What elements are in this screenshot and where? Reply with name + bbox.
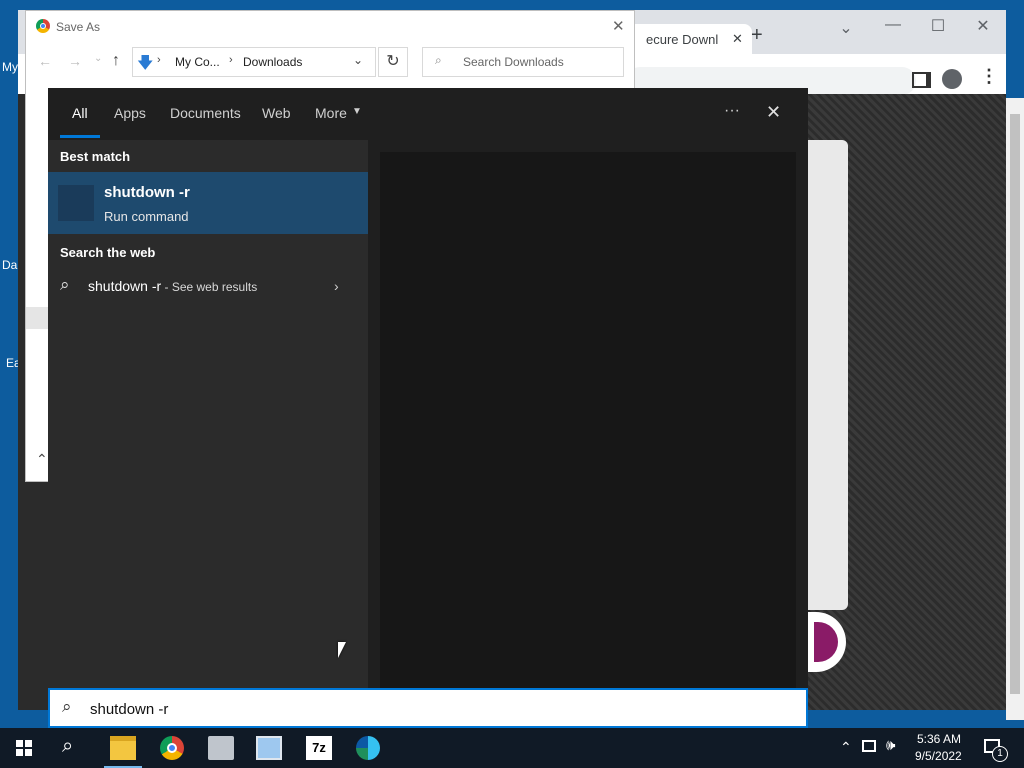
close-tab-icon[interactable]: ✕ (732, 31, 743, 47)
close-window-icon[interactable]: ✕ (963, 16, 1003, 36)
search-downloads-field[interactable]: ⌕ Search Downloads (422, 47, 624, 77)
new-tab-icon[interactable]: + (751, 24, 763, 47)
web-suffix: - See web results (161, 280, 258, 294)
breadcrumb-item[interactable]: Downloads (243, 55, 302, 69)
address-breadcrumb[interactable]: 🡇 › My Co... › Downloads ⌄ (132, 47, 376, 77)
search-icon[interactable]: ⌕ (62, 735, 73, 758)
web-result-text: shutdown -r - See web results (88, 278, 257, 294)
forward-icon[interactable]: → (68, 53, 82, 69)
menu-icon[interactable]: ⋮ (980, 66, 998, 87)
scrollbar-thumb[interactable] (1010, 114, 1020, 694)
chrome-tab[interactable]: ecure Downl ✕ (628, 24, 752, 54)
tab-search-icon[interactable]: ⌄ (826, 18, 866, 38)
notification-badge: 1 (992, 746, 1008, 762)
app-icon[interactable] (208, 736, 234, 760)
recent-locations-icon[interactable]: ⌄ (94, 53, 102, 64)
close-icon[interactable]: ✕ (766, 102, 781, 123)
list-strip (26, 307, 48, 329)
active-tab-indicator (60, 135, 100, 138)
more-options-icon[interactable]: ··· (724, 102, 740, 120)
side-panel-icon[interactable] (912, 72, 931, 88)
run-command-icon (58, 185, 94, 221)
search-icon: ⌕ (60, 275, 70, 294)
show-hidden-icons-icon[interactable]: ⌃ (840, 739, 852, 756)
caret-down-icon[interactable]: ▼ (352, 106, 362, 117)
tab-more[interactable]: More (315, 105, 347, 121)
file-explorer-icon[interactable] (110, 736, 136, 760)
profile-icon[interactable] (942, 69, 962, 89)
result-title: shutdown -r (104, 184, 190, 201)
maximize-icon[interactable]: ☐ (918, 16, 958, 36)
clock-date[interactable]: 9/5/2022 (915, 749, 962, 763)
web-result[interactable]: ⌕ shutdown -r - See web results › (48, 272, 368, 300)
network-app-icon[interactable] (256, 736, 282, 760)
start-search-panel: All Apps Documents Web More ▼ ··· ✕ Best… (48, 88, 808, 688)
desktop-icon-label[interactable]: Da (2, 258, 17, 272)
search-placeholder: Search Downloads (463, 55, 564, 69)
search-icon: ⌕ (435, 53, 442, 67)
chrome-logo-icon (36, 19, 50, 33)
search-icon: ⌕ (62, 697, 72, 716)
breadcrumb-chevron-icon: › (157, 54, 161, 66)
minimize-icon[interactable]: — (873, 16, 913, 34)
page-panel (808, 140, 848, 610)
mouse-cursor-icon (338, 642, 346, 658)
chevron-right-icon[interactable]: › (334, 278, 339, 294)
best-match-result[interactable]: shutdown -r Run command (48, 172, 368, 234)
web-query: shutdown -r (88, 278, 162, 294)
taskbar: ⌕ 7z ⌃ 🕪 5:36 AM 9/5/2022 1 (0, 728, 1024, 768)
network-icon[interactable] (862, 740, 876, 752)
up-icon[interactable]: ↑ (112, 52, 120, 70)
tab-documents[interactable]: Documents (170, 105, 241, 121)
search-input[interactable] (88, 697, 692, 721)
tab-web[interactable]: Web (262, 105, 291, 121)
chevron-down-icon[interactable]: ⌄ (353, 53, 363, 67)
tab-all[interactable]: All (72, 105, 88, 121)
search-tabs: All Apps Documents Web More ▼ ··· ✕ (48, 88, 808, 140)
desktop-icon-label[interactable]: My (2, 60, 18, 74)
breadcrumb-item[interactable]: My Co... (175, 55, 220, 69)
best-match-header: Best match (60, 149, 131, 164)
preview-pane (380, 152, 796, 688)
7zip-icon[interactable]: 7z (306, 736, 332, 760)
dialog-title: Save As (56, 20, 101, 34)
tab-apps[interactable]: Apps (114, 105, 146, 121)
volume-icon[interactable]: 🕪 (886, 737, 895, 754)
windows-start-icon[interactable] (16, 740, 32, 756)
close-dialog-icon[interactable]: ✕ (612, 17, 625, 35)
breadcrumb-chevron-icon: › (229, 54, 233, 66)
refresh-icon[interactable]: ↻ (378, 47, 408, 77)
back-icon[interactable]: ← (38, 53, 52, 69)
downloads-folder-icon: 🡇 (137, 55, 154, 72)
results-list: Best match shutdown -r Run command Searc… (48, 140, 368, 688)
search-web-header: Search the web (60, 245, 156, 260)
clock-time[interactable]: 5:36 AM (917, 732, 961, 746)
scrollbar[interactable] (1006, 98, 1024, 720)
search-box[interactable]: ⌕ (48, 688, 808, 728)
collapse-icon[interactable]: ⌃ (36, 451, 48, 468)
tab-title: ecure Downl (646, 32, 719, 47)
result-subtitle: Run command (104, 209, 189, 224)
chrome-icon[interactable] (160, 736, 184, 760)
edge-icon[interactable] (356, 736, 380, 760)
